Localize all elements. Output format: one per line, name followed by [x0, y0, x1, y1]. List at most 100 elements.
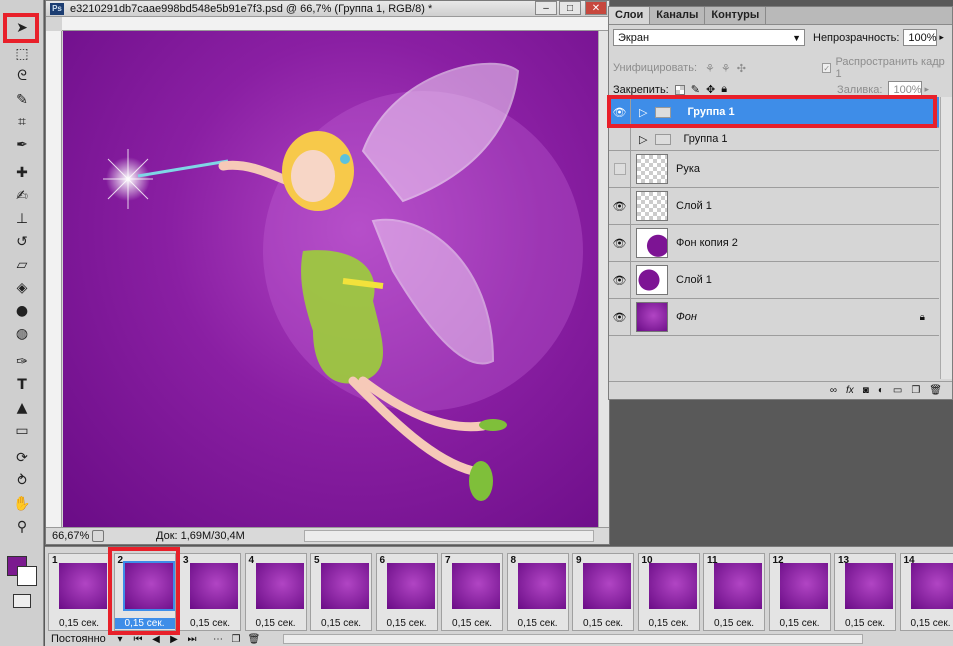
fill-arrow-icon[interactable]: ▸: [924, 84, 929, 95]
lock-transparent-icon[interactable]: [674, 84, 685, 95]
layer-row[interactable]: 👁︎ Слой 1: [609, 188, 939, 225]
link-layers-icon[interactable]: ∞: [830, 385, 837, 396]
adjustment-layer-icon[interactable]: ◐: [878, 385, 884, 396]
maximize-button[interactable]: □: [559, 1, 581, 15]
frame-delay[interactable]: 0,15 сек.: [180, 618, 240, 629]
minimize-button[interactable]: –: [535, 1, 557, 15]
animation-frame[interactable]: 3 0,15 сек.: [179, 553, 241, 631]
rectangle-tool-icon[interactable]: ▭: [8, 421, 36, 441]
frame-delay[interactable]: 0,15 сек.: [704, 618, 764, 629]
frame-delay[interactable]: 0,15 сек.: [901, 618, 953, 629]
frame-delay[interactable]: 0,15 сек.: [639, 618, 699, 629]
timeline-scrollbar[interactable]: [283, 634, 863, 644]
animation-frame[interactable]: 13 0,15 сек.: [834, 553, 896, 631]
zoom-tool-icon[interactable]: ⚲: [8, 517, 36, 537]
frame-delay[interactable]: 0,15 сек.: [311, 618, 371, 629]
paint-bucket-tool-icon[interactable]: ◈: [8, 278, 36, 298]
eye-icon[interactable]: 👁︎: [609, 299, 631, 335]
eraser-tool-icon[interactable]: ▱: [8, 255, 36, 275]
animation-frame[interactable]: 6 0,15 сек.: [375, 553, 438, 631]
background-color-swatch[interactable]: [17, 566, 37, 586]
zoom-level[interactable]: 66,67%: [46, 530, 89, 542]
expand-arrow-icon[interactable]: ▷: [639, 133, 647, 146]
next-frame-icon[interactable]: ⏭: [183, 634, 201, 645]
frame-delay[interactable]: 0,15 сек.: [508, 618, 568, 629]
close-button[interactable]: ✕: [585, 1, 607, 15]
healing-tool-icon[interactable]: ✚: [8, 163, 36, 183]
quick-select-tool-icon[interactable]: ✎: [8, 90, 36, 110]
animation-frame[interactable]: 5 0,15 сек.: [310, 553, 372, 631]
eyedropper-tool-icon[interactable]: ✒: [8, 135, 36, 155]
type-tool-icon[interactable]: T: [8, 375, 36, 395]
animation-frame[interactable]: 8 0,15 сек.: [506, 553, 569, 631]
opacity-input[interactable]: 100%: [903, 29, 938, 46]
hand-tool-icon[interactable]: ✋: [8, 494, 36, 514]
animation-frame[interactable]: 7 0,15 сек.: [441, 553, 503, 631]
layer-row[interactable]: 👁︎ Слой 1: [609, 262, 939, 299]
crop-tool-icon[interactable]: ⌗: [8, 112, 36, 132]
frame-delay[interactable]: 0,15 сек.: [246, 618, 306, 629]
delete-layer-icon[interactable]: 🗑︎: [929, 385, 942, 396]
blend-mode-select[interactable]: Экран ▼: [613, 29, 805, 46]
eye-icon[interactable]: 👁︎: [609, 262, 631, 298]
dodge-tool-icon[interactable]: ◍: [8, 324, 36, 344]
unify-row: Унифицировать: ⚘⚘✣ ✓ Распространить кадр…: [613, 56, 946, 80]
animation-frame[interactable]: 14 0,15 сек.: [899, 553, 953, 631]
duplicate-frame-icon[interactable]: ❐: [227, 634, 245, 645]
tab-layers[interactable]: Слои: [609, 7, 651, 24]
first-frame-icon[interactable]: ⏮: [129, 634, 147, 645]
frame-delay[interactable]: 0,15 сек.: [377, 618, 437, 629]
layer-mask-icon[interactable]: ◙: [863, 385, 869, 396]
move-tool-icon[interactable]: ➤: [8, 18, 36, 38]
new-group-icon[interactable]: ▭: [893, 385, 902, 396]
frame-delay[interactable]: 0,15 сек.: [835, 618, 895, 629]
tween-icon[interactable]: ⋯: [209, 634, 227, 645]
animation-frame[interactable]: 11 0,15 сек.: [703, 553, 765, 631]
loop-select[interactable]: Постоянно: [51, 633, 111, 645]
history-brush-tool-icon[interactable]: ↺: [8, 232, 36, 252]
3d-orbit-tool-icon[interactable]: ⥁: [8, 471, 36, 491]
delete-frame-icon[interactable]: 🗑︎: [245, 634, 263, 645]
layers-scrollbar[interactable]: [940, 97, 952, 379]
animation-frame[interactable]: 1 0,15 сек.: [48, 553, 110, 631]
layer-row[interactable]: Рука: [609, 151, 939, 188]
animation-frame[interactable]: 12 0,15 сек.: [768, 553, 831, 631]
propagate-checkbox[interactable]: ✓: [821, 63, 832, 73]
opacity-arrow-icon[interactable]: ▸: [939, 32, 944, 43]
status-menu-icon[interactable]: [92, 530, 104, 542]
blur-tool-icon[interactable]: ●: [8, 301, 36, 321]
marquee-tool-icon[interactable]: ⬚: [8, 44, 36, 64]
new-layer-icon[interactable]: ❐: [911, 385, 920, 396]
layer-row[interactable]: ▷ Группа 1: [609, 128, 939, 151]
lasso-tool-icon[interactable]: ᘓ: [8, 66, 36, 86]
eye-icon[interactable]: 👁︎: [609, 188, 631, 224]
horizontal-scrollbar[interactable]: [304, 530, 594, 542]
brush-tool-icon[interactable]: ✍: [8, 186, 36, 206]
layer-style-icon[interactable]: fx: [846, 385, 854, 396]
unify-icons[interactable]: ⚘⚘✣: [705, 62, 752, 75]
animation-frame[interactable]: 9 0,15 сек.: [572, 553, 634, 631]
path-select-tool-icon[interactable]: ▲: [8, 398, 36, 418]
frame-delay[interactable]: 0,15 сек.: [49, 618, 109, 629]
pen-tool-icon[interactable]: ✑: [8, 352, 36, 372]
eye-icon[interactable]: 👁︎: [609, 225, 631, 261]
tab-channels[interactable]: Каналы: [650, 7, 706, 24]
layer-row[interactable]: 👁︎ Фон копия 2: [609, 225, 939, 262]
3d-rotate-tool-icon[interactable]: ⟳: [8, 448, 36, 468]
animation-frame[interactable]: 10 0,15 сек.: [637, 553, 700, 631]
document-titlebar[interactable]: Ps e3210291db7caae998bd548e5b91e7f3.psd …: [46, 1, 609, 17]
clone-stamp-tool-icon[interactable]: ⊥: [8, 209, 36, 229]
eye-hidden-slot[interactable]: [609, 128, 631, 150]
eye-hidden-slot[interactable]: [609, 151, 631, 187]
loop-dropdown-icon[interactable]: ▾: [111, 634, 129, 645]
frame-delay[interactable]: 0,15 сек.: [442, 618, 502, 629]
frame-delay[interactable]: 0,15 сек.: [770, 618, 830, 629]
prev-frame-icon[interactable]: ◀: [147, 634, 165, 645]
play-icon[interactable]: ▶: [165, 634, 183, 645]
quick-mask-icon[interactable]: [13, 594, 31, 608]
animation-frame[interactable]: 4 0,15 сек.: [244, 553, 307, 631]
tab-paths[interactable]: Контуры: [705, 7, 767, 24]
canvas[interactable]: [63, 31, 600, 527]
frame-delay[interactable]: 0,15 сек.: [573, 618, 633, 629]
layer-row[interactable]: 👁︎ Фон 🔒︎: [609, 299, 939, 336]
